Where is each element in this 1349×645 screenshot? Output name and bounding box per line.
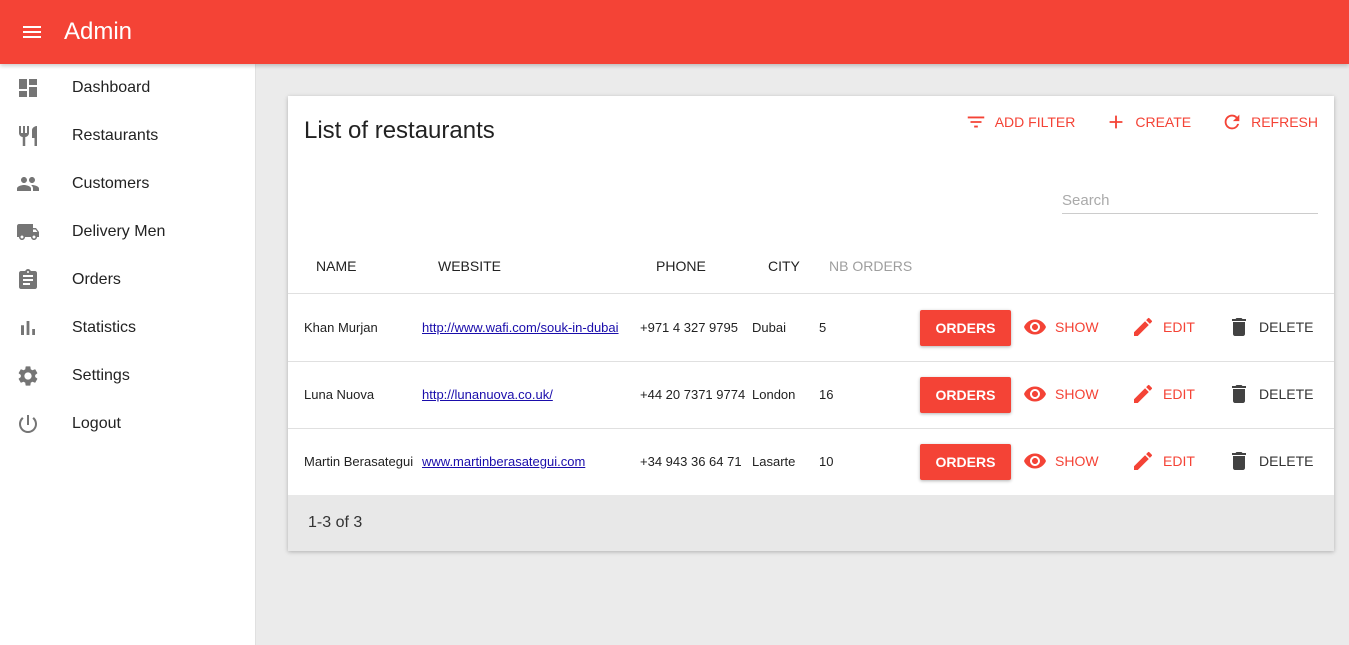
refresh-icon [1224,114,1240,130]
cell-city: Lasarte [752,454,796,469]
eye-icon [1024,386,1046,402]
restaurant-icon [0,124,72,148]
edit-label: Edit [1163,453,1195,469]
edit-button[interactable]: Edit [1131,449,1195,473]
menu-button[interactable] [0,0,64,64]
orders-button[interactable]: Orders [920,310,1011,346]
pagination-footer: 1-3 of 3 [288,495,1334,551]
dashboard-icon [0,76,72,100]
sidebar-item-logout[interactable]: Logout [0,400,255,448]
refresh-button[interactable]: Refresh [1221,110,1318,134]
power-icon [0,412,72,436]
sidebar-item-label: Settings [72,367,130,384]
app-title: Admin [64,18,133,45]
delete-button[interactable]: Delete [1227,315,1313,339]
plus-icon [1109,115,1123,129]
eye-icon [1024,453,1046,469]
cell-nb-orders: 5 [819,320,827,335]
sidebar-item-customers[interactable]: Customers [0,160,255,208]
search-input[interactable] [1062,188,1318,212]
table-row: Luna Nuova http://lunanuova.co.uk/ +44 2… [288,362,1334,429]
restaurant-list-card: List of restaurants Add filter Create Re… [288,96,1334,551]
sidebar-item-restaurants[interactable]: Restaurants [0,112,255,160]
sidebar-item-label: Dashboard [72,79,151,96]
table-row: Martin Berasategui www.martinberasategui… [288,429,1334,496]
sidebar-item-dashboard[interactable]: Dashboard [0,64,255,112]
column-header-nb-orders: NB Orders [829,258,913,274]
sidebar-item-label: Customers [72,175,150,192]
cell-city: London [752,387,796,402]
sidebar-item-delivery-men[interactable]: Delivery Men [0,208,255,256]
create-label: Create [1135,114,1192,130]
pagination-summary: 1-3 of 3 [308,514,363,531]
edit-button[interactable]: Edit [1131,315,1195,339]
sidebar: Dashboard Restaurants Customers Delivery… [0,64,256,645]
trash-icon [1232,385,1246,403]
pencil-icon [1134,384,1153,403]
cell-name: Khan Murjan [304,320,378,335]
cell-phone: +971 4 327 9795 [640,320,738,335]
bar-chart-icon [0,316,72,340]
truck-icon [0,220,72,244]
sidebar-item-statistics[interactable]: Statistics [0,304,255,352]
column-header-phone[interactable]: Phone [656,246,706,294]
cell-website-link[interactable]: www.martinberasategui.com [422,454,585,469]
table-header: Name Website Phone City NB Orders [288,246,1334,294]
show-button[interactable]: Show [1023,315,1099,339]
cell-nb-orders: 16 [819,387,834,402]
trash-icon [1232,452,1246,470]
trash-icon [1232,318,1246,336]
cell-city: Dubai [752,320,786,335]
edit-label: Edit [1163,386,1195,402]
list-actions: Add filter Create Refresh [965,110,1318,134]
cell-name: Luna Nuova [304,387,375,402]
delete-button[interactable]: Delete [1227,382,1313,406]
gear-icon [0,364,72,388]
add-filter-label: Add filter [994,114,1076,130]
cell-name: Martin Berasategui [304,454,414,469]
show-label: Show [1055,319,1099,335]
add-filter-button[interactable]: Add filter [965,110,1076,134]
create-button[interactable]: Create [1105,110,1191,134]
clipboard-icon [0,268,72,292]
sidebar-item-label: Delivery Men [72,223,166,240]
app-bar: Admin [0,0,1349,64]
cell-phone: +44 20 7371 9774 [640,387,746,402]
show-label: Show [1055,453,1099,469]
cell-website-link[interactable]: http://www.wafi.com/souk-in-dubai [422,320,619,335]
sidebar-item-label: Orders [72,271,121,288]
delete-label: Delete [1259,386,1314,402]
column-header-city[interactable]: City [768,246,800,294]
column-header-website[interactable]: Website [438,246,501,294]
sidebar-item-settings[interactable]: Settings [0,352,255,400]
pencil-icon [1134,451,1153,470]
edit-button[interactable]: Edit [1131,382,1195,406]
hamburger-menu-icon [23,26,41,38]
page-title: List of restaurants [304,117,495,144]
edit-label: Edit [1163,319,1195,335]
people-icon [0,172,72,196]
sidebar-item-label: Logout [72,415,121,432]
orders-button[interactable]: Orders [920,444,1011,480]
column-header-name[interactable]: Name [316,246,356,294]
cell-phone: +34 943 36 64 71 [640,454,742,469]
delete-label: Delete [1259,453,1314,469]
filter-icon [967,116,984,128]
sidebar-item-label: Restaurants [72,127,159,144]
refresh-label: Refresh [1251,114,1318,130]
show-button[interactable]: Show [1023,382,1099,406]
show-label: Show [1055,386,1099,402]
pencil-icon [1134,317,1153,336]
sidebar-item-label: Statistics [72,319,137,336]
delete-button[interactable]: Delete [1227,449,1313,473]
show-button[interactable]: Show [1023,449,1099,473]
orders-button[interactable]: Orders [920,377,1011,413]
sidebar-item-orders[interactable]: Orders [0,256,255,304]
search-field [1062,188,1318,214]
delete-label: Delete [1259,319,1314,335]
cell-nb-orders: 10 [819,454,834,469]
eye-icon [1024,319,1046,335]
table-row: Khan Murjan http://www.wafi.com/souk-in-… [288,295,1334,362]
cell-website-link[interactable]: http://lunanuova.co.uk/ [422,387,553,402]
